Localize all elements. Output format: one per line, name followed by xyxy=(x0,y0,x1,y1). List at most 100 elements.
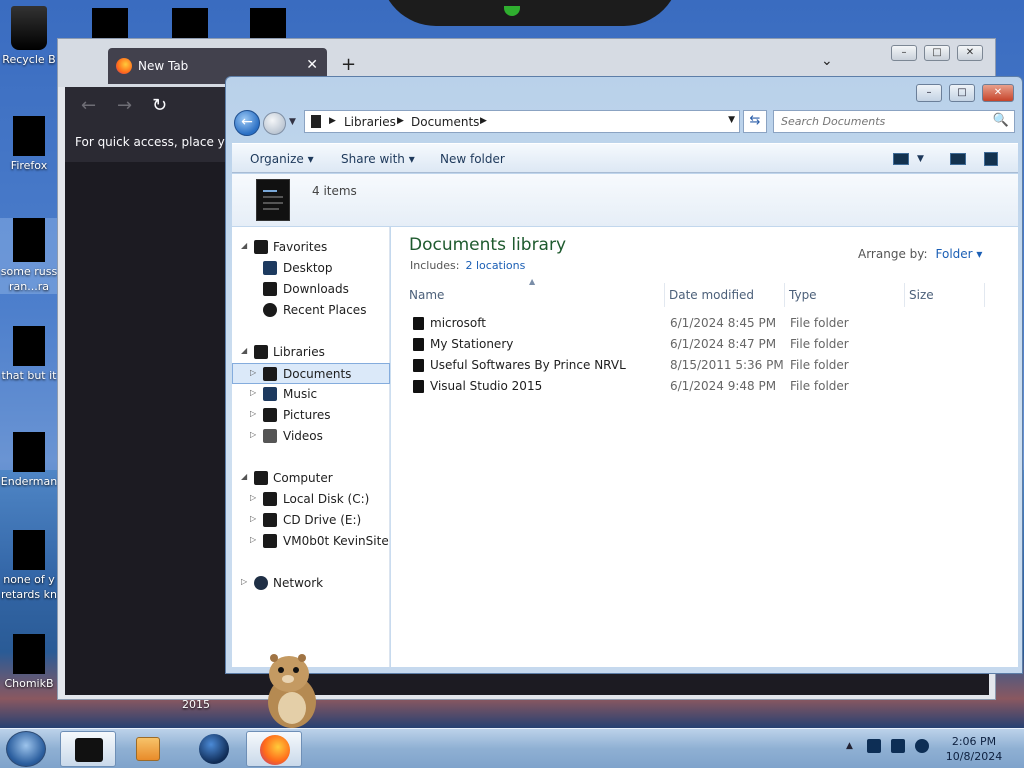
desktop-icon-recycle-bin[interactable]: Recycle B xyxy=(0,6,58,67)
desktop-icon-file-2[interactable]: that but it xyxy=(0,326,58,383)
recent-pages-dropdown[interactable]: ▼ xyxy=(289,117,296,127)
taskbar-browser-button[interactable] xyxy=(186,731,242,767)
back-button[interactable]: ← xyxy=(234,110,260,136)
nav-downloads[interactable]: Downloads xyxy=(232,279,390,300)
show-hidden-icons-button[interactable]: ▲ xyxy=(846,741,853,751)
file-date: 6/1/2024 8:45 PM xyxy=(670,316,777,330)
column-header-name[interactable]: Name xyxy=(405,283,665,307)
search-box[interactable]: 🔍 xyxy=(773,110,1015,133)
nav-desktop[interactable]: Desktop xyxy=(232,258,390,279)
forward-button[interactable] xyxy=(263,112,286,135)
desktop-icon-file-4[interactable]: none of y retards kn xyxy=(0,530,58,602)
share-with-button[interactable]: Share with ▾ xyxy=(341,152,415,166)
address-dropdown-icon[interactable]: ▼ xyxy=(728,115,735,125)
search-icon[interactable]: 🔍 xyxy=(993,113,1009,128)
desktop-file-icon[interactable] xyxy=(92,8,128,38)
hamster-pet-icon[interactable] xyxy=(262,650,320,728)
tab-close-button[interactable]: ✕ xyxy=(306,57,318,73)
new-tab-button[interactable]: + xyxy=(341,54,356,75)
tab-list-button[interactable]: ⌄ xyxy=(821,53,833,69)
taskbar-explorer-button[interactable] xyxy=(60,731,116,767)
taskbar-media-player-button[interactable] xyxy=(122,731,178,767)
breadcrumb-documents[interactable]: Documents xyxy=(411,115,479,129)
nav-favorites[interactable]: ◢ Favorites xyxy=(232,237,390,258)
firefox-close-button[interactable]: ✕ xyxy=(957,45,983,61)
desktop-icon-file-3[interactable]: Enderman xyxy=(0,432,58,489)
expand-icon[interactable]: ▷ xyxy=(250,535,256,544)
nav-videos[interactable]: ▷ Videos xyxy=(232,426,390,447)
desktop-icon xyxy=(263,261,277,275)
nav-libraries[interactable]: ◢ Libraries xyxy=(232,342,390,363)
collapse-icon[interactable]: ◢ xyxy=(241,241,247,250)
file-row[interactable]: microsoft 6/1/2024 8:45 PM File folder xyxy=(409,313,1009,334)
desktop-file-icon[interactable] xyxy=(172,8,208,38)
tray-icon[interactable] xyxy=(867,739,881,753)
back-button[interactable]: ← xyxy=(81,95,96,116)
nav-pictures[interactable]: ▷ Pictures xyxy=(232,405,390,426)
view-options-dropdown[interactable]: ▼ xyxy=(917,154,924,164)
collapse-icon[interactable]: ◢ xyxy=(241,346,247,355)
firefox-minimize-button[interactable]: – xyxy=(891,45,917,61)
nav-label: Favorites xyxy=(273,240,328,254)
reload-button[interactable]: ↻ xyxy=(152,95,167,116)
expand-icon[interactable]: ▷ xyxy=(250,409,256,418)
details-header: 4 items xyxy=(232,174,1018,226)
expand-icon[interactable]: ▷ xyxy=(250,368,256,377)
column-header-size[interactable]: Size xyxy=(905,283,985,307)
desktop-icon-file-1[interactable]: some russ ran...ra xyxy=(0,218,58,294)
nav-local-disk[interactable]: ▷ Local Disk (C:) xyxy=(232,489,390,510)
breadcrumb-separator[interactable]: ▶ xyxy=(397,116,404,126)
organize-button[interactable]: Organize ▾ xyxy=(250,152,314,166)
nav-network[interactable]: ▷ Network xyxy=(232,573,390,594)
locations-link[interactable]: 2 locations xyxy=(465,259,525,272)
breadcrumb-libraries[interactable]: Libraries xyxy=(344,115,396,129)
items-count: 4 items xyxy=(312,184,357,198)
nav-computer[interactable]: ◢ Computer xyxy=(232,468,390,489)
expand-icon[interactable]: ▷ xyxy=(250,514,256,523)
file-date: 6/1/2024 9:48 PM xyxy=(670,379,777,393)
file-list-pane: Documents library Includes: 2 locations A… xyxy=(391,227,1018,667)
expand-icon[interactable]: ▷ xyxy=(250,388,256,397)
nav-documents[interactable]: ▷ Documents xyxy=(232,363,390,384)
start-button[interactable] xyxy=(6,731,46,767)
collapse-icon[interactable]: ◢ xyxy=(241,472,247,481)
nav-network-share[interactable]: ▷ VM0b0t KevinSite xyxy=(232,531,390,552)
column-header-date-modified[interactable]: Date modified xyxy=(665,283,785,307)
nav-recent-places[interactable]: Recent Places xyxy=(232,300,390,321)
volume-tray-icon[interactable] xyxy=(915,739,929,753)
preview-pane-icon[interactable] xyxy=(950,153,966,165)
breadcrumb-separator[interactable]: ▶ xyxy=(480,116,487,126)
expand-icon[interactable]: ▷ xyxy=(250,430,256,439)
change-view-icon[interactable] xyxy=(893,153,909,165)
file-row[interactable]: Useful Softwares By Prince NRVL 8/15/201… xyxy=(409,355,1009,376)
file-type: File folder xyxy=(790,379,849,393)
forward-button[interactable]: → xyxy=(117,95,132,116)
taskbar-firefox-button[interactable] xyxy=(246,731,302,767)
breadcrumb-separator[interactable]: ▶ xyxy=(329,116,336,126)
help-icon[interactable] xyxy=(984,152,998,166)
minimize-button[interactable]: – xyxy=(916,84,942,102)
nav-cd-drive[interactable]: ▷ CD Drive (E:) xyxy=(232,510,390,531)
new-folder-button[interactable]: New folder xyxy=(440,152,505,166)
nav-music[interactable]: ▷ Music xyxy=(232,384,390,405)
column-header-type[interactable]: Type xyxy=(785,283,905,307)
refresh-button[interactable]: ⇆ xyxy=(743,110,767,133)
address-bar[interactable]: ▶ Libraries ▶ Documents ▶ ▼ xyxy=(304,110,740,133)
search-input[interactable] xyxy=(774,111,989,132)
nav-label: Pictures xyxy=(283,408,331,422)
arrange-dropdown[interactable]: Folder ▾ xyxy=(936,247,983,261)
close-button[interactable]: ✕ xyxy=(982,84,1014,102)
firefox-maximize-button[interactable]: □ xyxy=(924,45,950,61)
desktop-file-icon[interactable] xyxy=(250,8,286,38)
desktop-icon-firefox[interactable]: Firefox xyxy=(0,116,58,173)
maximize-button[interactable]: □ xyxy=(949,84,975,102)
system-clock[interactable]: 2:06 PM 10/8/2024 xyxy=(938,734,1010,764)
computer-icon xyxy=(254,471,268,485)
desktop-icon-file-5[interactable]: ChomikB xyxy=(0,634,58,691)
file-row[interactable]: Visual Studio 2015 6/1/2024 9:48 PM File… xyxy=(409,376,1009,397)
file-type: File folder xyxy=(790,337,849,351)
network-tray-icon[interactable] xyxy=(891,739,905,753)
expand-icon[interactable]: ▷ xyxy=(241,577,247,586)
expand-icon[interactable]: ▷ xyxy=(250,493,256,502)
file-row[interactable]: My Stationery 6/1/2024 8:47 PM File fold… xyxy=(409,334,1009,355)
